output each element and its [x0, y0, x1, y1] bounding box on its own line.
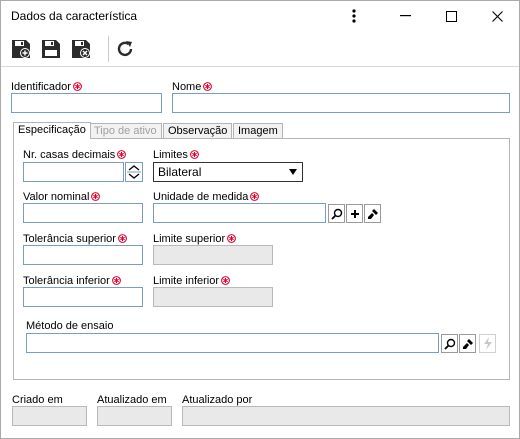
- casas-decimais-stepper[interactable]: [125, 162, 143, 182]
- tab-observacao[interactable]: Observação: [163, 123, 233, 139]
- metodo-clear-button[interactable]: [459, 334, 476, 353]
- tolerancia-superior-label: Tolerância superior: [23, 233, 127, 245]
- metodo-search-button[interactable]: [441, 334, 458, 353]
- limites-label: Limites: [153, 149, 199, 161]
- tolerancia-superior-input[interactable]: [23, 245, 143, 265]
- unidade-add-button[interactable]: [346, 204, 363, 223]
- toolbar-separator: [108, 36, 109, 62]
- limite-superior-field: [153, 245, 273, 265]
- valor-nominal-label: Valor nominal: [23, 191, 101, 203]
- unidade-medida-input[interactable]: [153, 203, 326, 223]
- limite-superior-label: Limite superior: [153, 233, 237, 245]
- required-asterisk-icon: [91, 192, 101, 201]
- eraser-icon: [462, 338, 473, 349]
- required-asterisk-icon: [118, 234, 127, 243]
- nome-label: Nome: [172, 81, 213, 93]
- tolerancia-inferior-label: Tolerância inferior: [23, 275, 121, 287]
- atualizado-em-label: Atualizado em: [97, 394, 167, 406]
- metodo-ensaio-input[interactable]: [26, 333, 439, 353]
- required-asterisk-icon: [111, 276, 121, 285]
- limite-inferior-label: Limite inferior: [153, 275, 230, 287]
- casas-decimais-input[interactable]: [23, 162, 124, 182]
- tab-imagem[interactable]: Imagem: [233, 123, 283, 139]
- required-asterisk-icon: [117, 150, 127, 159]
- lightning-icon: [483, 337, 492, 350]
- required-asterisk-icon: [203, 82, 213, 91]
- metodo-ensaio-label: Método de ensaio: [26, 320, 114, 332]
- criado-em-field: [12, 406, 87, 426]
- dialog-window: Dados da característica Identificador No…: [0, 0, 520, 439]
- unidade-medida-label: Unidade de medida: [153, 191, 260, 203]
- search-icon: [330, 208, 342, 220]
- save-and-close-icon[interactable]: [69, 37, 93, 61]
- plus-icon: [350, 209, 359, 218]
- refresh-icon[interactable]: [113, 37, 137, 61]
- window-title: Dados da característica: [11, 9, 138, 23]
- criado-em-label: Criado em: [12, 394, 63, 406]
- minimize-icon[interactable]: [382, 1, 428, 31]
- kebab-menu-icon[interactable]: [331, 1, 377, 31]
- chevron-down-icon: [289, 169, 297, 175]
- maximize-icon[interactable]: [428, 1, 474, 31]
- casas-decimais-label: Nr. casas decimais: [23, 149, 127, 161]
- search-icon: [443, 338, 455, 350]
- metodo-flash-button: [479, 334, 496, 353]
- unidade-search-button[interactable]: [328, 204, 345, 223]
- required-asterisk-icon: [250, 192, 260, 201]
- identificador-label: Identificador: [11, 81, 82, 93]
- limite-inferior-field: [153, 287, 273, 307]
- atualizado-por-field: [182, 406, 510, 426]
- title-bar: Dados da característica: [1, 1, 519, 31]
- save-and-new-icon[interactable]: [9, 37, 33, 61]
- atualizado-em-field: [97, 406, 172, 426]
- required-asterisk-icon: [189, 150, 199, 159]
- save-icon[interactable]: [39, 37, 63, 61]
- required-asterisk-icon: [221, 276, 230, 285]
- limites-select[interactable]: Bilateral: [153, 162, 303, 182]
- identificador-input[interactable]: [11, 93, 162, 113]
- unidade-clear-button[interactable]: [364, 204, 381, 223]
- required-asterisk-icon: [73, 82, 82, 91]
- atualizado-por-label: Atualizado por: [182, 394, 253, 406]
- tolerancia-inferior-input[interactable]: [23, 287, 143, 307]
- close-icon[interactable]: [474, 1, 520, 31]
- nome-input[interactable]: [172, 93, 510, 113]
- eraser-icon: [367, 208, 378, 219]
- toolbar: [1, 31, 519, 67]
- limites-selected-value: Bilateral: [158, 165, 202, 179]
- valor-nominal-input[interactable]: [23, 203, 143, 223]
- tab-tipo-de-ativo: Tipo de ativo: [89, 123, 162, 139]
- tab-especificacao[interactable]: Especificação: [13, 122, 91, 139]
- required-asterisk-icon: [227, 234, 237, 243]
- stepper-arrows-icon: [127, 165, 141, 179]
